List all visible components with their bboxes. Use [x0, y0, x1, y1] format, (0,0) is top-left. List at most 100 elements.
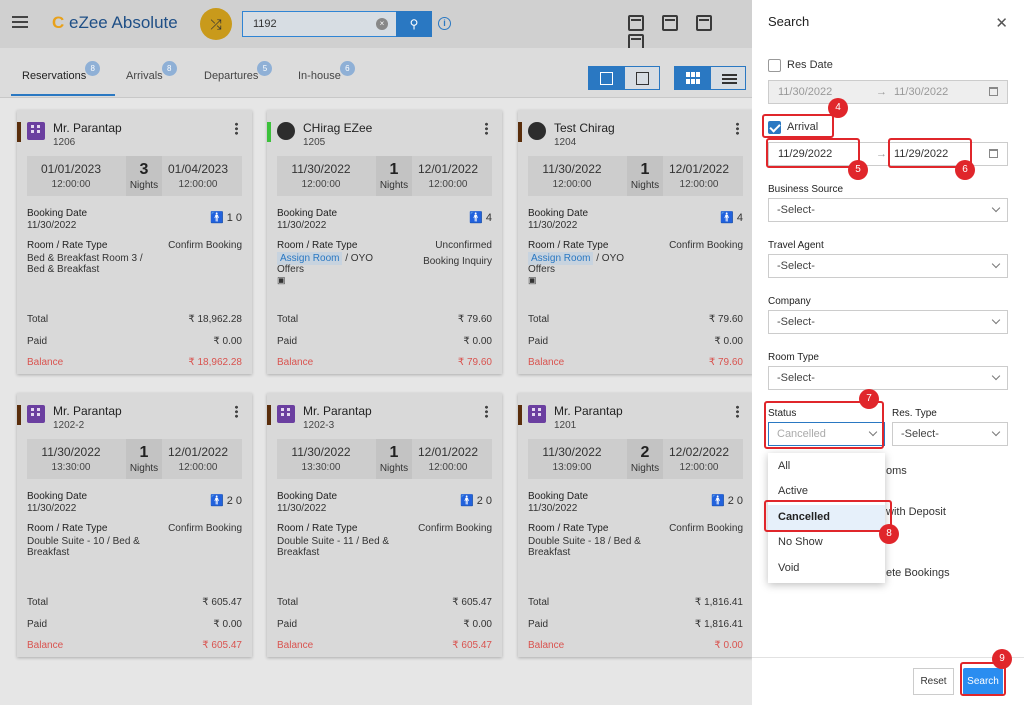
- guest-name[interactable]: Test Chirag: [554, 121, 615, 135]
- status-option-void[interactable]: Void: [768, 556, 885, 581]
- tab-underline: [11, 94, 115, 96]
- business-source-select[interactable]: -Select-: [768, 198, 1008, 222]
- company-label: Company: [768, 296, 811, 307]
- reservation-card[interactable]: Test Chirag 1204 11/30/2022 12:00:00 1 Nights…: [518, 110, 753, 374]
- balance-row: Balance ₹ 18,962.28: [27, 357, 242, 368]
- status-option-all[interactable]: All: [768, 454, 885, 479]
- tab-departures[interactable]: Departures 5: [204, 61, 273, 82]
- tab-reservations[interactable]: Reservations 8: [22, 61, 101, 82]
- building-icon: [528, 405, 546, 423]
- res-date-to: 11/30/2022: [894, 86, 949, 98]
- tab-arrivals[interactable]: Arrivals 8: [126, 61, 177, 82]
- guest-name[interactable]: CHirag EZee: [303, 121, 372, 135]
- reservation-card[interactable]: Mr. Parantap 1202-3 11/30/2022 13:30:00 1 Nig…: [267, 393, 502, 657]
- reservation-card[interactable]: CHirag EZee 1205 11/30/2022 12:00:00 1 Nights…: [267, 110, 502, 374]
- calendar-view-button[interactable]: [588, 66, 624, 90]
- room-rate-label: Room / Rate Type: [277, 240, 358, 251]
- booking-substatus: Booking Inquiry: [423, 256, 492, 267]
- total-row: Total ₹ 18,962.28: [27, 314, 242, 325]
- more-options-icon[interactable]: [235, 405, 238, 418]
- res-date-from: 11/30/2022: [778, 86, 833, 98]
- room-rate-label: Room / Rate Type: [528, 240, 609, 251]
- arrival-date: 11/30/2022 12:00:00: [542, 162, 602, 190]
- business-source-label: Business Source: [768, 184, 844, 195]
- reservation-card[interactable]: Mr. Parantap 1206 01/01/2023 12:00:00 3 Night…: [17, 110, 252, 374]
- info-icon[interactable]: i: [438, 17, 451, 30]
- more-options-icon[interactable]: [736, 405, 739, 418]
- res-date-label: Res Date: [787, 59, 833, 71]
- arrival-date: 11/30/2022 13:30:00: [41, 445, 101, 473]
- company-select[interactable]: -Select-: [768, 310, 1008, 334]
- total-row: Total ₹ 605.47: [277, 597, 492, 608]
- tab-in-house[interactable]: In-house 6: [298, 61, 355, 82]
- guest-name[interactable]: Mr. Parantap: [554, 404, 623, 418]
- top-bar: C eZee Absolute ⤮ 1192 × ⚲ i: [0, 0, 752, 50]
- search-input[interactable]: 1192 ×: [242, 11, 397, 37]
- guest-name[interactable]: Mr. Parantap: [53, 404, 122, 418]
- status-stripe: [267, 122, 271, 142]
- pax-count: 🚹 2 0: [209, 495, 242, 507]
- guest-name[interactable]: Mr. Parantap: [53, 121, 122, 135]
- bookings-option-label: ete Bookings: [886, 567, 950, 579]
- reservation-card[interactable]: Mr. Parantap 1201 11/30/2022 13:09:00 2 Night…: [518, 393, 753, 657]
- travel-agent-label: Travel Agent: [768, 240, 824, 251]
- pax-count: 🚹 4: [720, 212, 743, 224]
- step-marker: 9: [992, 649, 1012, 669]
- balance-row: Balance ₹ 79.60: [528, 357, 743, 368]
- reservation-number: 1202-2: [53, 420, 85, 431]
- calendar-alt-view-button[interactable]: [624, 66, 660, 90]
- calendar-icon[interactable]: [989, 149, 998, 158]
- shuffle-icon[interactable]: ⤮: [200, 8, 232, 40]
- status-stripe: [17, 405, 21, 425]
- calendar-check-icon[interactable]: [662, 15, 678, 31]
- more-options-icon[interactable]: [736, 122, 739, 135]
- arrival-date: 11/30/2022 13:09:00: [542, 445, 602, 473]
- reservation-card[interactable]: Mr. Parantap 1202-2 11/30/2022 13:30:00 1 Nig…: [17, 393, 252, 657]
- reservation-number: 1201: [554, 420, 577, 431]
- booking-date-label: Booking Date: [528, 208, 589, 219]
- highlight-cancelled: [764, 500, 892, 532]
- room-type-select[interactable]: -Select-: [768, 366, 1008, 390]
- close-icon[interactable]: ✕: [995, 14, 1008, 32]
- booking-date-label: Booking Date: [277, 491, 338, 502]
- reset-button[interactable]: Reset: [913, 668, 954, 695]
- grid-view-button[interactable]: [674, 66, 710, 90]
- more-options-icon[interactable]: [485, 122, 488, 135]
- clear-icon[interactable]: ×: [376, 18, 388, 30]
- arrival-date: 01/01/2023 12:00:00: [40, 162, 102, 190]
- balance-row: Balance ₹ 605.47: [27, 640, 242, 651]
- travel-agent-select[interactable]: -Select-: [768, 254, 1008, 278]
- pax-count: 🚹 2 0: [459, 495, 492, 507]
- guest-name[interactable]: Mr. Parantap: [303, 404, 372, 418]
- status-stripe: [518, 122, 522, 142]
- total-row: Total ₹ 79.60: [528, 314, 743, 325]
- departure-date: 12/01/2022 12:00:00: [417, 445, 479, 473]
- departure-date: 12/01/2022 12:00:00: [668, 162, 730, 190]
- booking-date-label: Booking Date: [27, 491, 88, 502]
- calendar-add-icon[interactable]: [628, 15, 644, 31]
- menu-icon[interactable]: [12, 16, 28, 28]
- tabs-bar: Reservations 8 Arrivals 8 Departures 5 In-h…: [0, 48, 752, 98]
- room-rate-label: Room / Rate Type: [528, 523, 609, 534]
- booking-date-value: 11/30/2022: [528, 503, 578, 514]
- more-options-icon[interactable]: [235, 122, 238, 135]
- calendar-icon[interactable]: [696, 15, 712, 31]
- app-logo[interactable]: C eZee Absolute: [52, 13, 178, 33]
- stay-dates: 01/01/2023 12:00:00 3 Nights 01/04/2023 12:00…: [27, 156, 242, 196]
- booking-date-label: Booking Date: [277, 208, 338, 219]
- room-rate-value: Double Suite - 18 / Bed & Breakfast: [528, 536, 641, 558]
- search-button[interactable]: ⚲: [396, 11, 432, 37]
- range-arrow-icon: →: [876, 86, 887, 98]
- room-rate-value: Double Suite - 11 / Bed & Breakfast: [277, 536, 390, 558]
- booking-date-value: 11/30/2022: [27, 503, 77, 514]
- list-view-button[interactable]: [710, 66, 746, 90]
- calendar-icon[interactable]: [989, 87, 998, 96]
- room-rate-label: Room / Rate Type: [277, 523, 358, 534]
- room-rate-label: Room / Rate Type: [27, 240, 108, 251]
- more-options-icon[interactable]: [485, 405, 488, 418]
- res-date-checkbox[interactable]: [768, 59, 781, 72]
- building-icon: [27, 122, 45, 140]
- res-type-select[interactable]: -Select-: [892, 422, 1008, 446]
- step-marker: 7: [859, 389, 879, 409]
- status-option-no-show[interactable]: No Show: [768, 530, 885, 555]
